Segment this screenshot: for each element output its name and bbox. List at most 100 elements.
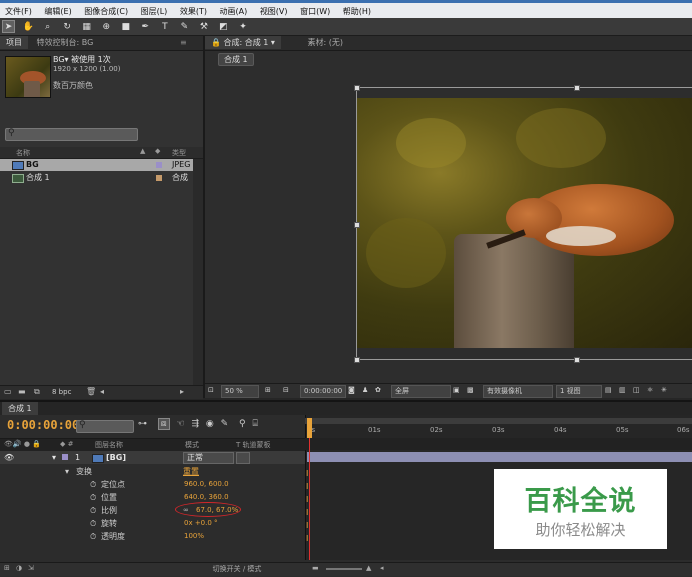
fast-preview-icon[interactable]: ▣ xyxy=(453,386,460,394)
track-matte-select[interactable] xyxy=(236,452,250,464)
timeline-zoom-slider[interactable] xyxy=(326,568,362,570)
layer-duration-bar[interactable] xyxy=(307,452,692,462)
project-item-bg[interactable]: BG JPEG xyxy=(0,159,193,171)
zoom-tool-icon[interactable]: ⌕ xyxy=(41,21,54,34)
property-value[interactable]: 100% xyxy=(184,530,204,543)
pan-behind-tool-icon[interactable]: ⊕ xyxy=(100,21,113,34)
zoom-in-icon[interactable]: ▲ xyxy=(366,564,371,572)
eraser-tool-icon[interactable]: ◩ xyxy=(217,21,230,34)
clone-stamp-tool-icon[interactable]: ⚒ xyxy=(197,21,210,34)
toggle-switches-modes[interactable]: 切换开关 / 模式 xyxy=(182,564,292,574)
visibility-eye-icon[interactable]: 👁 xyxy=(4,451,14,464)
track-matte-column[interactable]: T 轨道蒙板 xyxy=(236,440,271,450)
bit-depth-toggle[interactable]: 8 bpc xyxy=(52,388,71,396)
interpret-footage-icon[interactable]: ▭ xyxy=(4,387,12,396)
tab-project[interactable]: 项目 xyxy=(0,36,28,49)
snapshot-icon[interactable]: ◙ xyxy=(348,386,355,394)
work-area-bar[interactable] xyxy=(305,418,692,424)
blend-mode-select[interactable]: 正常 xyxy=(183,452,234,464)
transform-handle[interactable] xyxy=(574,357,580,363)
active-camera-select[interactable]: 有效摄像机 xyxy=(483,385,553,398)
timeline-search-input[interactable]: ⚲ xyxy=(76,420,134,433)
timeline-timecode[interactable]: 0:00:00:00 xyxy=(7,418,79,432)
property-value[interactable]: 0x +0.0 ° xyxy=(184,517,218,530)
transform-reset-link[interactable]: 重置 xyxy=(183,465,199,478)
layer-name-column[interactable]: 图层名称 xyxy=(95,440,123,450)
tab-effect-controls[interactable]: 特效控制台: BG xyxy=(31,36,100,49)
stopwatch-icon[interactable]: ⏱ xyxy=(90,530,96,543)
composition-breadcrumb[interactable]: 合成 1 xyxy=(218,53,254,66)
frame-blending-icon[interactable]: ⇶ xyxy=(191,419,199,429)
pen-tool-icon[interactable]: ✒ xyxy=(139,21,152,34)
layer-bounding-box[interactable] xyxy=(356,87,692,360)
transform-handle[interactable] xyxy=(574,85,580,91)
project-search-input[interactable]: ⚲ xyxy=(5,128,138,141)
menu-animation[interactable]: 动画(A) xyxy=(215,3,253,17)
menu-edit[interactable]: 编辑(E) xyxy=(39,3,76,17)
transparency-grid-icon[interactable]: ▩ xyxy=(467,386,474,394)
current-time-display[interactable]: 0:00:00:00 xyxy=(300,385,347,398)
magnification-select[interactable]: 50 % xyxy=(221,385,259,398)
property-value[interactable]: 960.0, 600.0 xyxy=(184,478,229,491)
toggle-pixel-aspect-icon[interactable]: ▤ xyxy=(605,386,612,394)
rotate-tool-icon[interactable]: ↻ xyxy=(61,21,74,34)
scroll-left-icon[interactable]: ◂ xyxy=(380,564,384,572)
panel-menu-icon[interactable]: ≡ xyxy=(180,38,187,47)
live-update-icon[interactable]: ⚲ xyxy=(239,419,246,429)
timeline-icon[interactable]: ◫ xyxy=(633,386,640,394)
zoom-out-icon[interactable]: ▬ xyxy=(312,564,319,572)
camera-tool-icon[interactable]: ▦ xyxy=(80,21,93,34)
menu-layer[interactable]: 图层(L) xyxy=(136,3,173,17)
layer-switches-icon[interactable]: ⊞ xyxy=(4,564,10,572)
layer-name[interactable]: [BG] xyxy=(106,451,126,464)
mode-column[interactable]: 模式 xyxy=(185,440,199,450)
resolution-select[interactable]: 全屏 xyxy=(391,385,451,398)
menu-file[interactable]: 文件(F) xyxy=(0,3,37,17)
rectangle-tool-icon[interactable]: ■ xyxy=(119,21,132,34)
tab-footage[interactable]: 素材: (无) xyxy=(302,36,349,49)
tab-timeline-comp[interactable]: 合成 1 xyxy=(2,402,38,415)
always-preview-icon[interactable]: ⊡ xyxy=(208,386,214,394)
layer-row-bg[interactable]: 👁 ▾ 1 [BG] 正常 xyxy=(0,451,305,464)
transform-handle[interactable] xyxy=(354,222,360,228)
motion-blur-icon[interactable]: ◉ xyxy=(206,419,214,429)
stopwatch-icon[interactable]: ⏱ xyxy=(90,478,96,491)
tab-composition[interactable]: 🔒 合成: 合成 1 ▾ xyxy=(205,36,281,49)
expand-layer-icon[interactable]: ▾ xyxy=(52,451,56,464)
expand-transform-icon[interactable]: ▾ xyxy=(65,465,69,478)
label-color-swatch[interactable] xyxy=(156,175,162,181)
exposure-icon[interactable]: ✳ xyxy=(661,386,667,394)
column-type-header[interactable]: 类型 xyxy=(172,148,186,158)
show-snapshot-icon[interactable]: ♟ xyxy=(362,386,368,394)
brainstorm-icon[interactable]: ⌸ xyxy=(252,419,257,429)
menu-view[interactable]: 视图(V) xyxy=(255,3,293,17)
composition-mini-flowchart-icon[interactable]: ⊶ xyxy=(138,419,147,429)
puppet-pin-tool-icon[interactable]: ✦ xyxy=(237,21,250,34)
menu-help[interactable]: 帮助(H) xyxy=(338,3,376,17)
hide-shy-icon[interactable]: ☜ xyxy=(176,419,184,429)
grid-toggle-icon[interactable]: ⊟ xyxy=(283,386,289,394)
selection-tool-icon[interactable]: ➤ xyxy=(2,20,15,33)
transform-group-row[interactable]: ▾ 变换 重置 xyxy=(0,465,305,478)
in-out-icon[interactable]: ⇲ xyxy=(28,564,34,572)
scroll-right-icon[interactable]: ▸ xyxy=(180,387,184,396)
graph-editor-icon[interactable]: ✎ xyxy=(221,419,229,429)
flowchart-icon[interactable]: ⚛ xyxy=(647,386,653,394)
channel-icon[interactable]: ✿ xyxy=(375,386,381,394)
current-time-indicator-head[interactable] xyxy=(307,418,312,438)
menu-effect[interactable]: 效果(T) xyxy=(175,3,212,17)
menu-window[interactable]: 窗口(W) xyxy=(295,3,335,17)
draft-3d-icon[interactable]: ⧈ xyxy=(157,418,170,430)
new-folder-icon[interactable]: ▬ xyxy=(18,387,26,396)
region-of-interest-icon[interactable]: ⊞ xyxy=(265,386,271,394)
scroll-left-icon[interactable]: ◂ xyxy=(100,387,104,396)
stopwatch-icon[interactable]: ⏱ xyxy=(90,517,96,530)
column-name-header[interactable]: 名称 xyxy=(16,148,30,158)
project-item-comp[interactable]: 合成 1 合成 xyxy=(0,172,193,184)
brush-tool-icon[interactable]: ✎ xyxy=(178,21,191,34)
current-time-indicator-line[interactable] xyxy=(309,438,310,560)
label-color-swatch[interactable] xyxy=(156,162,162,168)
view-layout-select[interactable]: 1 视图 xyxy=(556,385,602,398)
render-icon[interactable]: ▥ xyxy=(619,386,626,394)
transfer-controls-icon[interactable]: ◑ xyxy=(16,564,22,572)
